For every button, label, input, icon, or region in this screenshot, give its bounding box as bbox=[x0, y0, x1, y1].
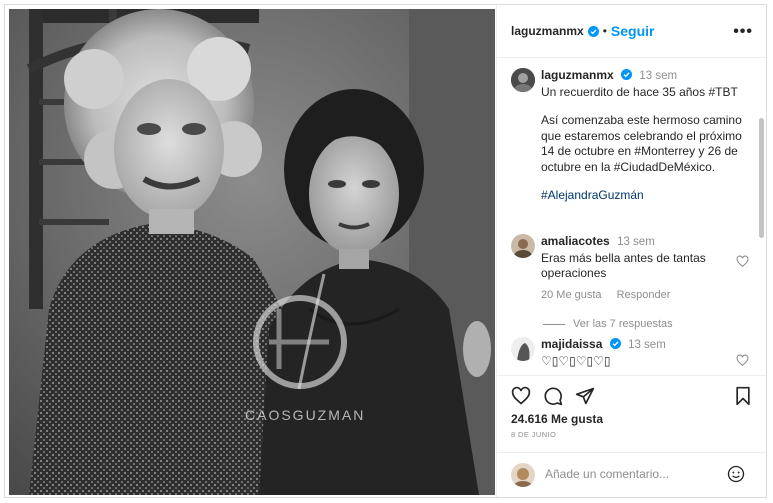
caption-hashtag[interactable]: #AlejandraGuzmán bbox=[541, 188, 749, 204]
caption-time: 13 sem bbox=[639, 70, 678, 82]
watermark-label: CAOSGUZMAN bbox=[245, 407, 366, 423]
post-frame: CAOSGUZMAN laguzmanmx • Seguir ••• laguz… bbox=[4, 4, 767, 498]
scrollbar-thumb[interactable] bbox=[759, 118, 764, 238]
like-comment-icon[interactable] bbox=[736, 354, 749, 367]
replies-line bbox=[543, 323, 565, 325]
verified-badge-icon bbox=[621, 69, 633, 80]
caption-line-2: Así comenzaba este hermoso camino que es… bbox=[541, 113, 742, 174]
post-date: 8 DE JUNIO bbox=[511, 430, 557, 439]
current-user-avatar bbox=[511, 463, 535, 487]
post-header: laguzmanmx • Seguir ••• bbox=[497, 5, 766, 58]
like-count[interactable]: 24.616 Me gusta bbox=[511, 412, 603, 426]
caption-username[interactable]: laguzmanmx bbox=[541, 68, 614, 82]
follow-button[interactable]: Seguir bbox=[611, 23, 655, 39]
post-actions: 24.616 Me gusta 8 DE JUNIO Añade un come… bbox=[497, 375, 766, 497]
author-avatar[interactable] bbox=[511, 68, 535, 92]
view-replies-label[interactable]: Ver las 7 respuestas bbox=[573, 318, 673, 330]
verified-badge-icon bbox=[587, 25, 599, 37]
comment-username[interactable]: amaliacotes bbox=[541, 234, 610, 248]
reply-button[interactable]: Responder bbox=[617, 289, 671, 301]
share-send-icon[interactable] bbox=[575, 386, 595, 406]
post-photo[interactable]: CAOSGUZMAN bbox=[9, 9, 495, 495]
emoji-icon[interactable] bbox=[727, 465, 745, 483]
header-separator: • bbox=[602, 24, 607, 38]
author-avatar-image bbox=[511, 68, 535, 92]
comment-bubble-icon[interactable] bbox=[543, 386, 563, 406]
comment-time: 13 sem bbox=[628, 339, 666, 351]
comment-text: Eras más bella antes de tantas operacion… bbox=[541, 250, 706, 281]
more-options-icon[interactable]: ••• bbox=[733, 23, 753, 41]
commenter-avatar-image bbox=[511, 337, 535, 361]
header-username[interactable]: laguzmanmx bbox=[511, 24, 584, 38]
comment-likes[interactable]: 20 Me gusta bbox=[541, 289, 602, 301]
post-side-panel: laguzmanmx • Seguir ••• laguzmanmx 13 se… bbox=[496, 5, 766, 497]
current-user-avatar-image bbox=[511, 463, 535, 487]
comments-scroll-area[interactable]: laguzmanmx 13 sem Un recuerdito de hace … bbox=[497, 58, 766, 374]
verified-badge-icon bbox=[609, 338, 621, 349]
save-bookmark-icon[interactable] bbox=[733, 386, 753, 406]
comment-text: ♡▯♡▯♡▯♡▯ bbox=[541, 353, 611, 368]
commenter-avatar[interactable] bbox=[511, 234, 535, 258]
like-heart-icon[interactable] bbox=[511, 386, 531, 406]
comment-time: 13 sem bbox=[617, 236, 655, 248]
caption-line-1: Un recuerdito de hace 35 años #TBT bbox=[541, 84, 738, 99]
commenter-avatar[interactable] bbox=[511, 337, 535, 361]
view-replies[interactable]: Ver las 7 respuestas bbox=[543, 317, 741, 333]
comment-item: majidaissa 13 sem ♡▯♡▯♡▯♡▯ bbox=[541, 337, 741, 369]
add-comment-bar: Añade un comentario... bbox=[497, 452, 766, 497]
post-caption: laguzmanmx 13 sem Un recuerdito de hace … bbox=[541, 68, 749, 217]
comment-item: amaliacotes 13 sem Eras más bella antes … bbox=[541, 234, 741, 333]
comment-username[interactable]: majidaissa bbox=[541, 337, 602, 351]
like-comment-icon[interactable] bbox=[736, 255, 749, 268]
commenter-avatar-image bbox=[511, 234, 535, 258]
add-comment-input[interactable]: Añade un comentario... bbox=[545, 467, 669, 481]
